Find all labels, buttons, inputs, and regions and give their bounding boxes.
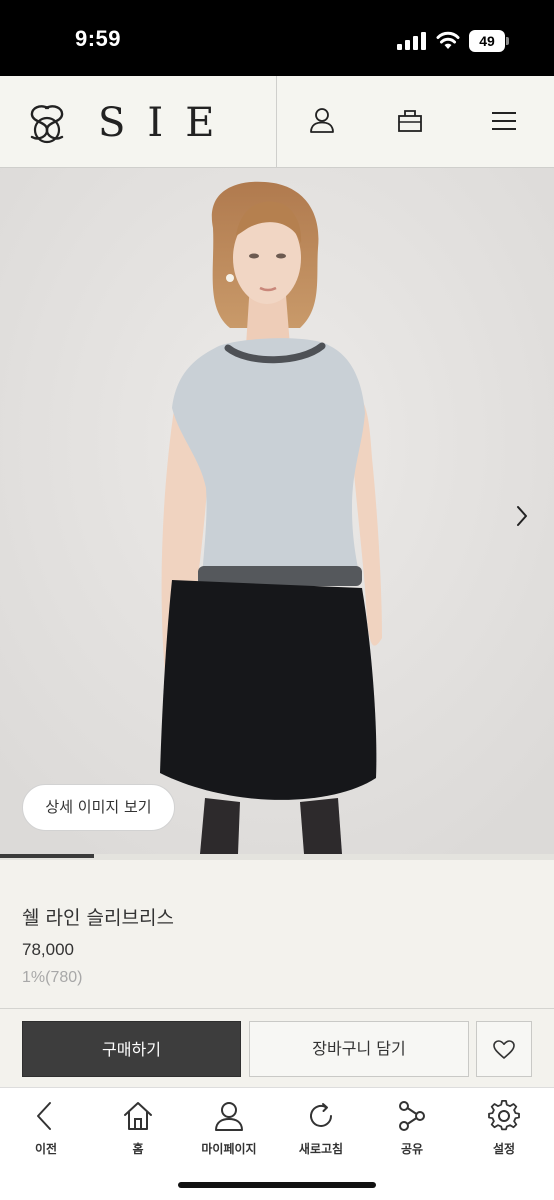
product-point: 1%(780) [22, 969, 83, 986]
heart-icon [493, 1040, 515, 1059]
view-detail-images-button[interactable]: 상세 이미지 보기 [22, 784, 175, 831]
person-icon [215, 1102, 243, 1131]
share-icon [399, 1101, 425, 1131]
gallery-progress [0, 854, 554, 860]
battery-icon: 49 [469, 30, 509, 52]
signal-icon [397, 32, 426, 50]
nav-label: 마이페이지 [201, 1142, 257, 1156]
bottom-nav: 이전 홈 마이페이지 새로고침 공유 설정 [0, 1087, 554, 1200]
battery-level: 49 [469, 30, 505, 52]
nav-label: 이전 [34, 1142, 58, 1156]
nav-refresh[interactable]: 새로고침 [281, 1098, 361, 1160]
wishlist-button[interactable] [476, 1021, 532, 1077]
nav-label: 설정 [492, 1142, 516, 1156]
brand-name: SIE [98, 100, 237, 146]
nav-label: 홈 [132, 1142, 144, 1156]
product-price: 78,000 [22, 940, 74, 959]
header-divider [276, 76, 277, 168]
next-image-arrow-icon[interactable] [510, 502, 534, 530]
refresh-icon [310, 1103, 332, 1127]
nav-mypage[interactable]: 마이페이지 [189, 1098, 269, 1160]
nav-settings[interactable]: 설정 [464, 1098, 544, 1160]
model-photo [0, 168, 554, 854]
site-header: SIE [0, 76, 554, 168]
back-icon [37, 1102, 51, 1130]
nav-share[interactable]: 공유 [372, 1098, 452, 1160]
gallery-progress-fill [0, 854, 95, 858]
product-image[interactable]: 상세 이미지 보기 [0, 168, 554, 854]
home-icon [124, 1102, 152, 1130]
nav-label: 공유 [400, 1142, 424, 1156]
nav-back[interactable]: 이전 [6, 1098, 86, 1160]
wifi-icon [436, 31, 460, 49]
brand-logo[interactable]: SIE [26, 98, 236, 148]
status-bar: 9:59 49 [0, 0, 554, 76]
menu-icon[interactable] [489, 106, 519, 136]
logo-mark-icon [30, 105, 64, 144]
product-name: 쉘 라인 슬리브리스 [22, 907, 174, 929]
bag-icon[interactable] [395, 106, 425, 136]
status-time: 9:59 [75, 26, 122, 51]
add-to-cart-button[interactable]: 장바구니 담기 [249, 1021, 469, 1077]
account-icon[interactable] [307, 106, 337, 136]
gear-icon [488, 1100, 520, 1131]
info-divider [0, 1008, 554, 1009]
nav-label: 새로고침 [298, 1142, 344, 1156]
home-indicator [178, 1182, 376, 1188]
buy-button[interactable]: 구매하기 [22, 1021, 241, 1077]
nav-home[interactable]: 홈 [98, 1098, 178, 1160]
